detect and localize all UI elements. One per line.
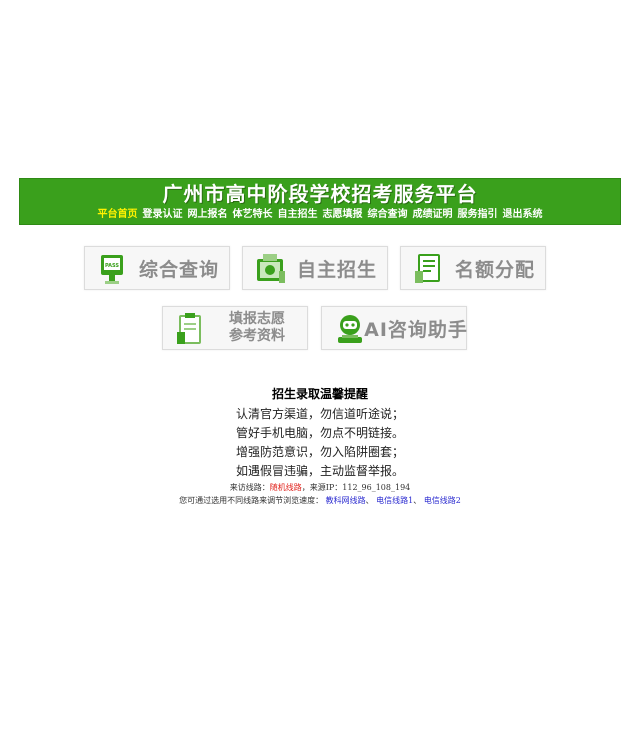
page: 广州市高中阶段学校招考服务平台 平台首页 登录认证 网上报名 体艺特长 自主招生…	[0, 0, 640, 746]
nav-volunteer-filling[interactable]: 志愿填报	[323, 208, 363, 222]
notice-line-2: 管好手机电脑，勿点不明链接。	[235, 426, 404, 440]
tile-ai-assistant[interactable]: AI咨询助手	[321, 306, 467, 350]
svg-text:PASS: PASS	[105, 263, 119, 269]
source-ip-label: ，来源IP：	[301, 483, 343, 492]
notice-title: 招生录取温馨提醒	[271, 387, 368, 401]
source-ip-value: 112_96_108_194	[342, 483, 411, 492]
notice-line-1: 认清官方渠道，勿信道听途说；	[235, 407, 404, 421]
nav-score-certificate[interactable]: 成绩证明	[413, 208, 453, 222]
clipboard-icon	[177, 313, 201, 344]
tile-self-enrollment[interactable]: 自主招生	[242, 246, 388, 290]
tile-self-enrollment-label: 自主招生	[296, 258, 377, 281]
main-nav: 平台首页 登录认证 网上报名 体艺特长 自主招生 志愿填报 综合查询 成绩证明 …	[20, 208, 620, 222]
header-banner: 广州市高中阶段学校招考服务平台 平台首页 登录认证 网上报名 体艺特长 自主招生…	[19, 178, 621, 225]
nav-login[interactable]: 登录认证	[143, 208, 183, 222]
line-link-telecom-1[interactable]: 电信线路1	[376, 496, 413, 505]
line-link-edu[interactable]: 教科网线路	[326, 496, 366, 505]
visit-line-value: 随机线路	[269, 483, 302, 492]
tile-quota-label: 名额分配	[454, 258, 535, 281]
notice-line-3: 增强防范意识，勿入陷阱圈套；	[235, 445, 404, 459]
notice-line-4: 如遇假冒违骗，主动监督举报。	[235, 464, 404, 478]
nav-arts-sports[interactable]: 体艺特长	[233, 208, 273, 222]
tile-query[interactable]: PASS 综合查询	[84, 246, 230, 290]
tile-query-label: 综合查询	[138, 258, 219, 281]
book-icon	[257, 254, 285, 283]
tile-volunteer-reference-label: 填报志愿 参考资料	[213, 307, 301, 349]
nav-logout[interactable]: 退出系统	[503, 208, 543, 222]
tile-quota[interactable]: 名额分配	[400, 246, 546, 290]
tile-volunteer-reference-line2: 参考资料	[229, 328, 285, 344]
nav-service-guide[interactable]: 服务指引	[458, 208, 498, 222]
tile-ai-assistant-label: AI咨询助手	[364, 318, 468, 341]
nav-query[interactable]: 综合查询	[368, 208, 408, 222]
switch-line-info: 您可通过选用不同线路来调节浏览速度： 教科网线路、 电信线路1、 电信线路2	[0, 495, 640, 506]
visit-line-label: 来访线路：	[229, 483, 270, 492]
nav-home[interactable]: 平台首页	[98, 208, 138, 222]
monitor-icon: PASS	[101, 255, 123, 284]
nav-online-registration[interactable]: 网上报名	[188, 208, 228, 222]
site-title: 广州市高中阶段学校招考服务平台	[162, 182, 478, 206]
robot-icon	[338, 315, 362, 343]
nav-self-enrollment[interactable]: 自主招生	[278, 208, 318, 222]
switch-line-text: 您可通过选用不同线路来调节浏览速度：	[179, 496, 324, 505]
tile-volunteer-reference-line1: 填报志愿	[229, 311, 285, 327]
tile-volunteer-reference[interactable]: 填报志愿 参考资料	[162, 306, 308, 350]
document-icon	[415, 254, 440, 283]
line-sep-1: 、	[365, 496, 374, 505]
visit-line-info: 来访线路：随机线路，来源IP：112_96_108_194	[0, 482, 640, 493]
line-link-telecom-2[interactable]: 电信线路2	[424, 496, 461, 505]
line-sep-2: 、	[413, 496, 422, 505]
